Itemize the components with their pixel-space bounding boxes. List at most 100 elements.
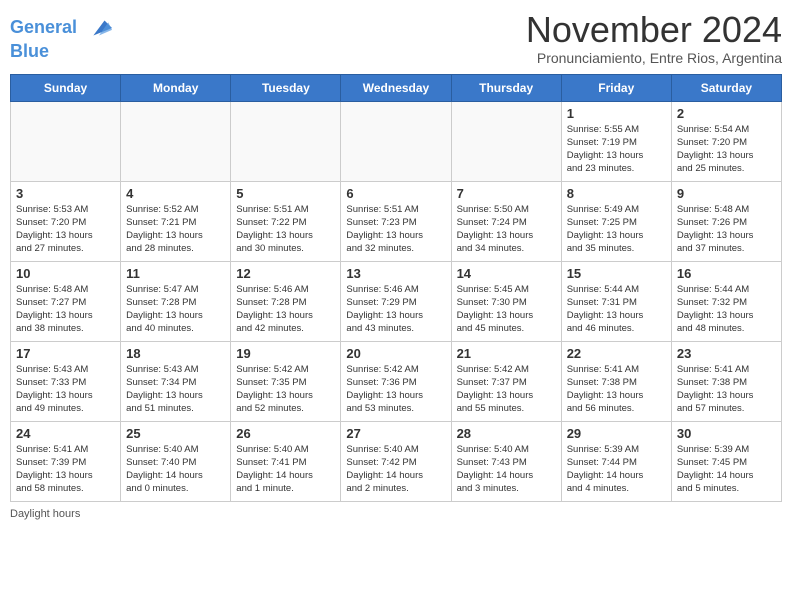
calendar-cell: 26 Sunrise: 5:40 AMSunset: 7:41 PMDayligh… xyxy=(231,421,341,501)
calendar-cell xyxy=(341,101,451,181)
day-info: Sunrise: 5:45 AMSunset: 7:30 PMDaylight:… xyxy=(457,283,556,336)
day-info: Sunrise: 5:48 AMSunset: 7:26 PMDaylight:… xyxy=(677,203,776,256)
location-subtitle: Pronunciamiento, Entre Rios, Argentina xyxy=(526,50,782,66)
day-number: 11 xyxy=(126,266,225,281)
day-info: Sunrise: 5:44 AMSunset: 7:32 PMDaylight:… xyxy=(677,283,776,336)
day-info: Sunrise: 5:50 AMSunset: 7:24 PMDaylight:… xyxy=(457,203,556,256)
calendar-table: SundayMondayTuesdayWednesdayThursdayFrid… xyxy=(10,74,782,502)
calendar-cell: 18 Sunrise: 5:43 AMSunset: 7:34 PMDayligh… xyxy=(121,341,231,421)
day-number: 25 xyxy=(126,426,225,441)
calendar-cell xyxy=(121,101,231,181)
day-info: Sunrise: 5:41 AMSunset: 7:38 PMDaylight:… xyxy=(567,363,666,416)
calendar-cell: 29 Sunrise: 5:39 AMSunset: 7:44 PMDayligh… xyxy=(561,421,671,501)
day-info: Sunrise: 5:54 AMSunset: 7:20 PMDaylight:… xyxy=(677,123,776,176)
day-info: Sunrise: 5:47 AMSunset: 7:28 PMDaylight:… xyxy=(126,283,225,336)
day-number: 1 xyxy=(567,106,666,121)
calendar-cell: 7 Sunrise: 5:50 AMSunset: 7:24 PMDaylight… xyxy=(451,181,561,261)
calendar-cell: 23 Sunrise: 5:41 AMSunset: 7:38 PMDayligh… xyxy=(671,341,781,421)
day-info: Sunrise: 5:41 AMSunset: 7:39 PMDaylight:… xyxy=(16,443,115,496)
header: General Blue November 2024 Pronunciamien… xyxy=(10,10,782,66)
calendar-cell: 13 Sunrise: 5:46 AMSunset: 7:29 PMDayligh… xyxy=(341,261,451,341)
day-number: 20 xyxy=(346,346,445,361)
day-number: 8 xyxy=(567,186,666,201)
calendar-cell: 20 Sunrise: 5:42 AMSunset: 7:36 PMDayligh… xyxy=(341,341,451,421)
calendar-cell: 15 Sunrise: 5:44 AMSunset: 7:31 PMDayligh… xyxy=(561,261,671,341)
day-header-thursday: Thursday xyxy=(451,74,561,101)
day-number: 17 xyxy=(16,346,115,361)
day-number: 18 xyxy=(126,346,225,361)
day-number: 28 xyxy=(457,426,556,441)
day-number: 15 xyxy=(567,266,666,281)
day-number: 13 xyxy=(346,266,445,281)
calendar-cell: 21 Sunrise: 5:42 AMSunset: 7:37 PMDayligh… xyxy=(451,341,561,421)
day-number: 9 xyxy=(677,186,776,201)
day-info: Sunrise: 5:44 AMSunset: 7:31 PMDaylight:… xyxy=(567,283,666,336)
day-number: 3 xyxy=(16,186,115,201)
calendar-cell: 1 Sunrise: 5:55 AMSunset: 7:19 PMDaylight… xyxy=(561,101,671,181)
logo: General Blue xyxy=(10,14,112,62)
day-header-wednesday: Wednesday xyxy=(341,74,451,101)
footer-note: Daylight hours xyxy=(10,508,782,520)
day-number: 7 xyxy=(457,186,556,201)
day-number: 30 xyxy=(677,426,776,441)
day-info: Sunrise: 5:43 AMSunset: 7:34 PMDaylight:… xyxy=(126,363,225,416)
day-number: 23 xyxy=(677,346,776,361)
day-number: 29 xyxy=(567,426,666,441)
month-title: November 2024 xyxy=(526,10,782,50)
day-header-saturday: Saturday xyxy=(671,74,781,101)
week-row-5: 24Sunrise: 5:41 AMSunset: 7:39 PMDayligh… xyxy=(11,421,782,501)
day-info: Sunrise: 5:49 AMSunset: 7:25 PMDaylight:… xyxy=(567,203,666,256)
calendar-cell: 2 Sunrise: 5:54 AMSunset: 7:20 PMDaylight… xyxy=(671,101,781,181)
day-number: 6 xyxy=(346,186,445,201)
day-number: 2 xyxy=(677,106,776,121)
day-info: Sunrise: 5:51 AMSunset: 7:22 PMDaylight:… xyxy=(236,203,335,256)
calendar-cell: 16 Sunrise: 5:44 AMSunset: 7:32 PMDayligh… xyxy=(671,261,781,341)
calendar-cell: 6 Sunrise: 5:51 AMSunset: 7:23 PMDaylight… xyxy=(341,181,451,261)
day-info: Sunrise: 5:40 AMSunset: 7:41 PMDaylight:… xyxy=(236,443,335,496)
calendar-cell: 12 Sunrise: 5:46 AMSunset: 7:28 PMDayligh… xyxy=(231,261,341,341)
day-info: Sunrise: 5:48 AMSunset: 7:27 PMDaylight:… xyxy=(16,283,115,336)
day-number: 14 xyxy=(457,266,556,281)
calendar-cell: 5 Sunrise: 5:51 AMSunset: 7:22 PMDaylight… xyxy=(231,181,341,261)
calendar-cell: 25 Sunrise: 5:40 AMSunset: 7:40 PMDayligh… xyxy=(121,421,231,501)
day-number: 22 xyxy=(567,346,666,361)
logo-text: General xyxy=(10,14,112,42)
calendar-cell: 19Sunrise: 5:42 AMSunset: 7:35 PMDayligh… xyxy=(231,341,341,421)
day-info: Sunrise: 5:52 AMSunset: 7:21 PMDaylight:… xyxy=(126,203,225,256)
calendar-cell xyxy=(451,101,561,181)
week-row-4: 17Sunrise: 5:43 AMSunset: 7:33 PMDayligh… xyxy=(11,341,782,421)
day-number: 21 xyxy=(457,346,556,361)
day-number: 5 xyxy=(236,186,335,201)
day-info: Sunrise: 5:41 AMSunset: 7:38 PMDaylight:… xyxy=(677,363,776,416)
day-info: Sunrise: 5:53 AMSunset: 7:20 PMDaylight:… xyxy=(16,203,115,256)
calendar-cell: 28 Sunrise: 5:40 AMSunset: 7:43 PMDayligh… xyxy=(451,421,561,501)
day-number: 16 xyxy=(677,266,776,281)
day-info: Sunrise: 5:46 AMSunset: 7:28 PMDaylight:… xyxy=(236,283,335,336)
calendar-cell: 30Sunrise: 5:39 AMSunset: 7:45 PMDayligh… xyxy=(671,421,781,501)
title-area: November 2024 Pronunciamiento, Entre Rio… xyxy=(526,10,782,66)
day-info: Sunrise: 5:40 AMSunset: 7:43 PMDaylight:… xyxy=(457,443,556,496)
calendar-cell: 22 Sunrise: 5:41 AMSunset: 7:38 PMDayligh… xyxy=(561,341,671,421)
day-info: Sunrise: 5:51 AMSunset: 7:23 PMDaylight:… xyxy=(346,203,445,256)
calendar-cell: 9 Sunrise: 5:48 AMSunset: 7:26 PMDaylight… xyxy=(671,181,781,261)
week-row-3: 10Sunrise: 5:48 AMSunset: 7:27 PMDayligh… xyxy=(11,261,782,341)
day-info: Sunrise: 5:42 AMSunset: 7:37 PMDaylight:… xyxy=(457,363,556,416)
day-info: Sunrise: 5:40 AMSunset: 7:40 PMDaylight:… xyxy=(126,443,225,496)
day-info: Sunrise: 5:46 AMSunset: 7:29 PMDaylight:… xyxy=(346,283,445,336)
day-number: 27 xyxy=(346,426,445,441)
header-row: SundayMondayTuesdayWednesdayThursdayFrid… xyxy=(11,74,782,101)
day-header-monday: Monday xyxy=(121,74,231,101)
day-info: Sunrise: 5:42 AMSunset: 7:36 PMDaylight:… xyxy=(346,363,445,416)
calendar-cell: 8 Sunrise: 5:49 AMSunset: 7:25 PMDaylight… xyxy=(561,181,671,261)
day-header-tuesday: Tuesday xyxy=(231,74,341,101)
day-number: 26 xyxy=(236,426,335,441)
day-info: Sunrise: 5:39 AMSunset: 7:44 PMDaylight:… xyxy=(567,443,666,496)
calendar-cell: 17Sunrise: 5:43 AMSunset: 7:33 PMDayligh… xyxy=(11,341,121,421)
calendar-cell: 4Sunrise: 5:52 AMSunset: 7:21 PMDaylight… xyxy=(121,181,231,261)
calendar-cell: 11 Sunrise: 5:47 AMSunset: 7:28 PMDayligh… xyxy=(121,261,231,341)
day-number: 12 xyxy=(236,266,335,281)
calendar-cell xyxy=(11,101,121,181)
day-info: Sunrise: 5:55 AMSunset: 7:19 PMDaylight:… xyxy=(567,123,666,176)
day-info: Sunrise: 5:40 AMSunset: 7:42 PMDaylight:… xyxy=(346,443,445,496)
logo-text2: Blue xyxy=(10,42,112,62)
